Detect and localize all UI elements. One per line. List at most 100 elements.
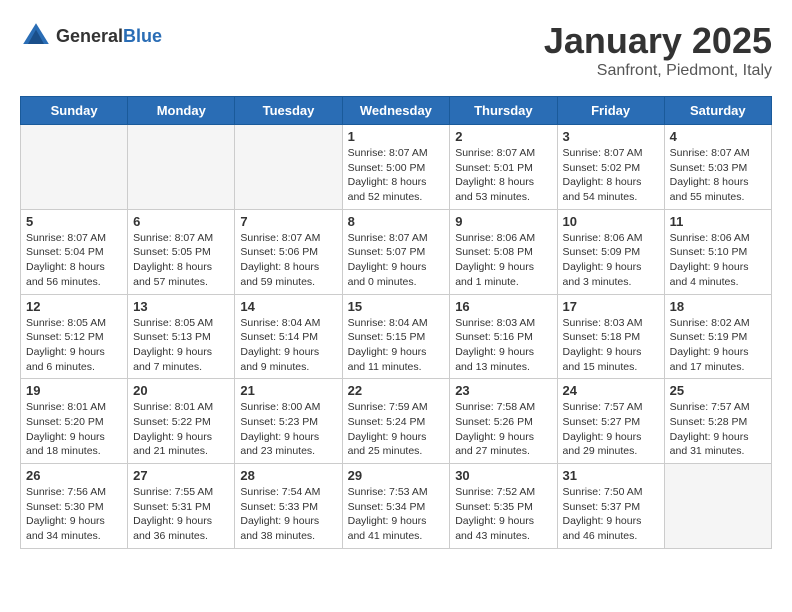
day-number: 1: [348, 129, 445, 144]
title-block: January 2025 Sanfront, Piedmont, Italy: [544, 20, 772, 80]
weekday-friday: Friday: [557, 97, 664, 125]
day-number: 28: [240, 468, 336, 483]
calendar-cell: 9Sunrise: 8:06 AM Sunset: 5:08 PM Daylig…: [450, 209, 557, 294]
day-info: Sunrise: 7:55 AM Sunset: 5:31 PM Dayligh…: [133, 485, 229, 544]
weekday-header-row: SundayMondayTuesdayWednesdayThursdayFrid…: [21, 97, 772, 125]
calendar-cell: 27Sunrise: 7:55 AM Sunset: 5:31 PM Dayli…: [128, 464, 235, 549]
calendar-cell: 2 Sunrise: 8:07 AM Sunset: 5:01 PM Daylig…: [450, 125, 557, 210]
calendar-cell: 31 Sunrise: 7:50 AM Sunset: 5:37 PM Dayli…: [557, 464, 664, 549]
day-info: Sunrise: 7:56 AM Sunset: 5:30 PM Dayligh…: [26, 485, 122, 544]
day-info: Sunrise: 7:59 AM Sunset: 5:24 PM Dayligh…: [348, 400, 445, 459]
day-number: 19: [26, 383, 122, 398]
calendar-cell: [664, 464, 771, 549]
day-info: Sunrise: 7:52 AM Sunset: 5:35 PM Dayligh…: [455, 485, 551, 544]
day-number: 23: [455, 383, 551, 398]
day-number: 20: [133, 383, 229, 398]
day-number: 24: [563, 383, 659, 398]
calendar-cell: 23 Sunrise: 7:58 AM Sunset: 5:26 PM Dayli…: [450, 379, 557, 464]
calendar-cell: 11 Sunrise: 8:06 AM Sunset: 5:10 PM Dayli…: [664, 209, 771, 294]
logo: GeneralBlue: [20, 20, 162, 52]
weekday-monday: Monday: [128, 97, 235, 125]
week-row-2: 12Sunrise: 8:05 AM Sunset: 5:12 PM Dayli…: [21, 294, 772, 379]
calendar-cell: 6Sunrise: 8:07 AM Sunset: 5:05 PM Daylig…: [128, 209, 235, 294]
day-info: Sunrise: 8:06 AM Sunset: 5:10 PM Dayligh…: [670, 231, 766, 290]
day-info: Sunrise: 8:07 AM Sunset: 5:02 PM Dayligh…: [563, 146, 659, 205]
day-info: Sunrise: 8:07 AM Sunset: 5:05 PM Dayligh…: [133, 231, 229, 290]
day-number: 22: [348, 383, 445, 398]
day-number: 2: [455, 129, 551, 144]
calendar-cell: 12Sunrise: 8:05 AM Sunset: 5:12 PM Dayli…: [21, 294, 128, 379]
day-info: Sunrise: 7:58 AM Sunset: 5:26 PM Dayligh…: [455, 400, 551, 459]
calendar-cell: 18 Sunrise: 8:02 AM Sunset: 5:19 PM Dayli…: [664, 294, 771, 379]
day-info: Sunrise: 7:54 AM Sunset: 5:33 PM Dayligh…: [240, 485, 336, 544]
calendar-cell: [235, 125, 342, 210]
day-info: Sunrise: 8:07 AM Sunset: 5:00 PM Dayligh…: [348, 146, 445, 205]
calendar-cell: 29Sunrise: 7:53 AM Sunset: 5:34 PM Dayli…: [342, 464, 450, 549]
day-info: Sunrise: 8:07 AM Sunset: 5:07 PM Dayligh…: [348, 231, 445, 290]
week-row-4: 26 Sunrise: 7:56 AM Sunset: 5:30 PM Dayli…: [21, 464, 772, 549]
day-info: Sunrise: 8:04 AM Sunset: 5:15 PM Dayligh…: [348, 316, 445, 375]
weekday-thursday: Thursday: [450, 97, 557, 125]
calendar-cell: 8 Sunrise: 8:07 AM Sunset: 5:07 PM Daylig…: [342, 209, 450, 294]
day-number: 26: [26, 468, 122, 483]
day-info: Sunrise: 7:50 AM Sunset: 5:37 PM Dayligh…: [563, 485, 659, 544]
location: Sanfront, Piedmont, Italy: [544, 62, 772, 80]
day-info: Sunrise: 8:07 AM Sunset: 5:01 PM Dayligh…: [455, 146, 551, 205]
day-info: Sunrise: 8:03 AM Sunset: 5:18 PM Dayligh…: [563, 316, 659, 375]
calendar-table: SundayMondayTuesdayWednesdayThursdayFrid…: [20, 96, 772, 549]
day-number: 13: [133, 299, 229, 314]
day-info: Sunrise: 8:01 AM Sunset: 5:20 PM Dayligh…: [26, 400, 122, 459]
day-number: 31: [563, 468, 659, 483]
calendar-cell: 20 Sunrise: 8:01 AM Sunset: 5:22 PM Dayli…: [128, 379, 235, 464]
day-number: 5: [26, 214, 122, 229]
calendar-cell: 24Sunrise: 7:57 AM Sunset: 5:27 PM Dayli…: [557, 379, 664, 464]
calendar-cell: [21, 125, 128, 210]
day-number: 15: [348, 299, 445, 314]
weekday-wednesday: Wednesday: [342, 97, 450, 125]
logo-icon: [20, 20, 52, 52]
calendar-cell: 16 Sunrise: 8:03 AM Sunset: 5:16 PM Dayli…: [450, 294, 557, 379]
calendar-cell: 7 Sunrise: 8:07 AM Sunset: 5:06 PM Daylig…: [235, 209, 342, 294]
calendar-cell: 28 Sunrise: 7:54 AM Sunset: 5:33 PM Dayli…: [235, 464, 342, 549]
weekday-saturday: Saturday: [664, 97, 771, 125]
day-info: Sunrise: 8:03 AM Sunset: 5:16 PM Dayligh…: [455, 316, 551, 375]
calendar-cell: 17 Sunrise: 8:03 AM Sunset: 5:18 PM Dayli…: [557, 294, 664, 379]
calendar-cell: 3Sunrise: 8:07 AM Sunset: 5:02 PM Daylig…: [557, 125, 664, 210]
calendar-cell: 22 Sunrise: 7:59 AM Sunset: 5:24 PM Dayli…: [342, 379, 450, 464]
day-info: Sunrise: 8:05 AM Sunset: 5:13 PM Dayligh…: [133, 316, 229, 375]
day-number: 29: [348, 468, 445, 483]
calendar-cell: 10 Sunrise: 8:06 AM Sunset: 5:09 PM Dayli…: [557, 209, 664, 294]
day-number: 10: [563, 214, 659, 229]
day-number: 7: [240, 214, 336, 229]
day-info: Sunrise: 8:07 AM Sunset: 5:03 PM Dayligh…: [670, 146, 766, 205]
day-number: 17: [563, 299, 659, 314]
calendar-cell: 15 Sunrise: 8:04 AM Sunset: 5:15 PM Dayli…: [342, 294, 450, 379]
weekday-sunday: Sunday: [21, 97, 128, 125]
calendar-cell: 30 Sunrise: 7:52 AM Sunset: 5:35 PM Dayli…: [450, 464, 557, 549]
day-number: 21: [240, 383, 336, 398]
calendar-cell: 19 Sunrise: 8:01 AM Sunset: 5:20 PM Dayli…: [21, 379, 128, 464]
day-number: 11: [670, 214, 766, 229]
day-info: Sunrise: 8:00 AM Sunset: 5:23 PM Dayligh…: [240, 400, 336, 459]
day-info: Sunrise: 8:01 AM Sunset: 5:22 PM Dayligh…: [133, 400, 229, 459]
calendar-cell: 1 Sunrise: 8:07 AM Sunset: 5:00 PM Daylig…: [342, 125, 450, 210]
day-number: 12: [26, 299, 122, 314]
weekday-tuesday: Tuesday: [235, 97, 342, 125]
day-number: 30: [455, 468, 551, 483]
week-row-1: 5Sunrise: 8:07 AM Sunset: 5:04 PM Daylig…: [21, 209, 772, 294]
calendar-cell: [128, 125, 235, 210]
calendar-cell: 26 Sunrise: 7:56 AM Sunset: 5:30 PM Dayli…: [21, 464, 128, 549]
day-number: 9: [455, 214, 551, 229]
day-number: 16: [455, 299, 551, 314]
logo-blue: Blue: [123, 26, 162, 46]
day-info: Sunrise: 8:04 AM Sunset: 5:14 PM Dayligh…: [240, 316, 336, 375]
month-title: January 2025: [544, 20, 772, 62]
day-info: Sunrise: 8:07 AM Sunset: 5:06 PM Dayligh…: [240, 231, 336, 290]
day-info: Sunrise: 8:06 AM Sunset: 5:09 PM Dayligh…: [563, 231, 659, 290]
day-number: 25: [670, 383, 766, 398]
calendar-cell: 4Sunrise: 8:07 AM Sunset: 5:03 PM Daylig…: [664, 125, 771, 210]
day-number: 18: [670, 299, 766, 314]
day-info: Sunrise: 8:02 AM Sunset: 5:19 PM Dayligh…: [670, 316, 766, 375]
calendar-cell: 5Sunrise: 8:07 AM Sunset: 5:04 PM Daylig…: [21, 209, 128, 294]
day-number: 8: [348, 214, 445, 229]
